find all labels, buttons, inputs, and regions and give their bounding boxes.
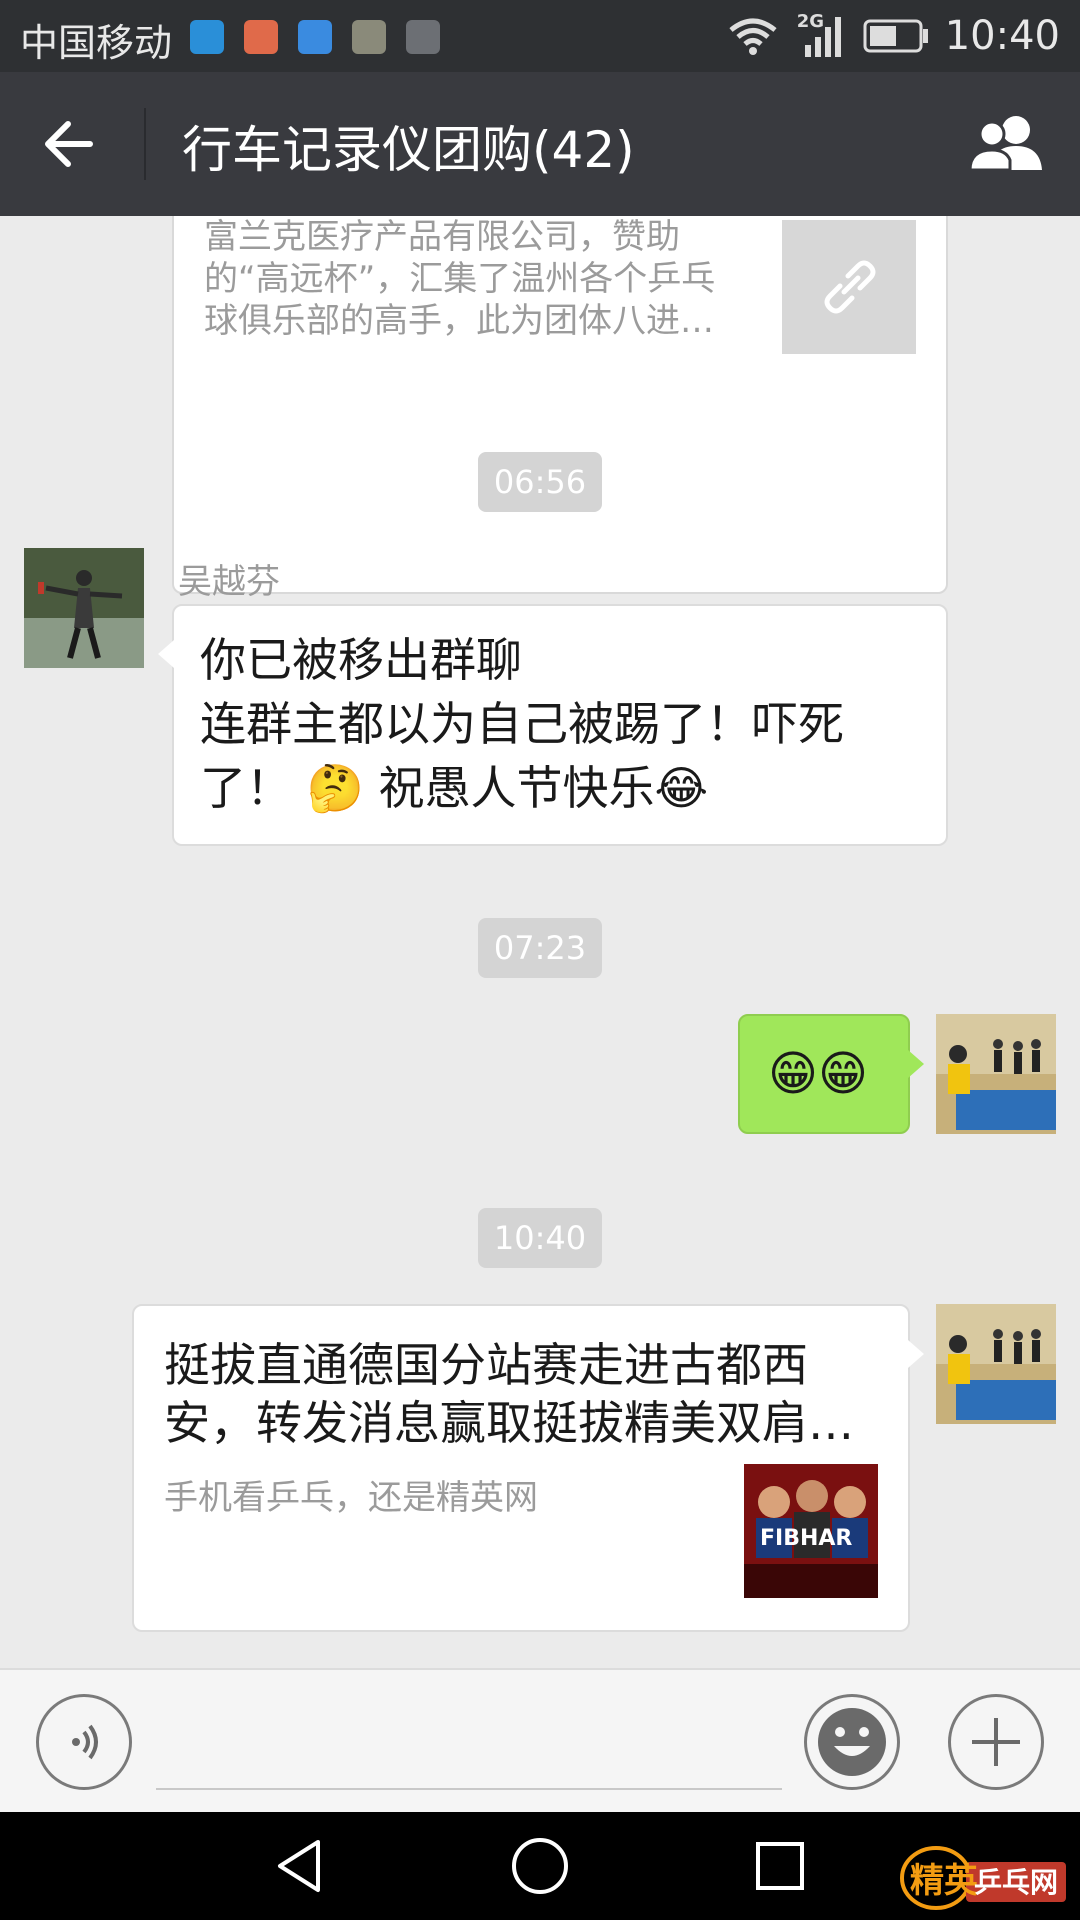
back-arrow-icon: [45, 121, 93, 167]
my-avatar[interactable]: [936, 1014, 1056, 1134]
article-thumbnail-label: FIBHAR: [760, 1526, 853, 1551]
signal-icon: 2G: [795, 11, 847, 59]
message-input[interactable]: [156, 1788, 782, 1790]
message-text: 你已被移出群聊 连群主都以为自己被踢了！吓死 了！ 🤔 祝愚人节快乐😂: [200, 628, 922, 820]
nav-home-icon: [512, 1838, 568, 1894]
sender-name: 吴越芬: [178, 562, 280, 602]
article-thumbnail: FIBHAR: [744, 1464, 878, 1598]
message-text: 😁😁: [768, 1046, 869, 1102]
nav-recents-button[interactable]: [750, 1836, 810, 1896]
status-clock: 10:40: [944, 13, 1060, 59]
chat-message-list[interactable]: 富兰克医疗产品有限公司，赞助的“高远杯”，汇集了温州各个乒乓球俱乐部的高手，此为…: [0, 216, 1080, 1668]
title-divider: [144, 108, 146, 180]
my-avatar[interactable]: [936, 1304, 1056, 1424]
outgoing-message-bubble[interactable]: 😁😁: [738, 1014, 924, 1134]
message-line: 你已被移出群聊: [200, 633, 522, 687]
mail-notif-icon: [244, 20, 278, 54]
timestamp-divider: 06:56: [478, 452, 602, 512]
plus-icon: [972, 1718, 1020, 1766]
voice-icon: [72, 1724, 98, 1760]
bubble-tail: [908, 1340, 924, 1368]
nav-back-button[interactable]: [270, 1836, 330, 1896]
message-line: 连群主都以为自己被踢了！吓死: [200, 697, 844, 751]
back-button[interactable]: [30, 108, 116, 180]
voice-input-button[interactable]: [36, 1694, 132, 1790]
svg-text:精英: 精英: [910, 1861, 979, 1901]
emoji-button[interactable]: [804, 1694, 900, 1790]
timestamp-divider: 07:23: [478, 918, 602, 978]
bubble-tail: [908, 1050, 924, 1078]
svg-text:乒乓网: 乒乓网: [974, 1866, 1058, 1899]
shared-link-card[interactable]: 富兰克医疗产品有限公司，赞助的“高远杯”，汇集了温州各个乒乓球俱乐部的高手，此为…: [172, 216, 948, 594]
wifi-icon: [729, 18, 777, 55]
carrier-label: 中国移动: [20, 21, 173, 65]
link-icon: [824, 260, 876, 314]
gallery-notif-icon: [352, 20, 386, 54]
link-card-thumbnail: [782, 220, 916, 354]
watermark-logo: 精英 乒乓网: [896, 1818, 1072, 1916]
article-title: 挺拔直通德国分站赛走进古都西安，转发消息赢取挺拔精美双肩…: [164, 1338, 854, 1450]
message-line: 了！ 🤔 祝愚人节快乐😂: [200, 761, 709, 815]
system-navigation-bar: 精英 乒乓网: [0, 1812, 1080, 1920]
health-notif-icon: [298, 20, 332, 54]
shared-article-bubble[interactable]: 挺拔直通德国分站赛走进古都西安，转发消息赢取挺拔精美双肩… 手机看乒乓，还是精英…: [132, 1304, 924, 1632]
group-members-button[interactable]: [962, 108, 1052, 180]
timestamp-divider: 10:40: [478, 1208, 602, 1268]
nav-recents-icon: [756, 1842, 804, 1890]
message-input-bar: [0, 1668, 1080, 1812]
status-bar: 中国移动 2G 10:40: [0, 0, 1080, 72]
chat-title: 行车记录仪团购(42): [182, 121, 635, 179]
bubble-tail: [158, 640, 174, 668]
incoming-message-bubble[interactable]: 你已被移出群聊 连群主都以为自己被踢了！吓死 了！ 🤔 祝愚人节快乐😂: [158, 604, 948, 846]
more-actions-button[interactable]: [948, 1694, 1044, 1790]
article-description: 手机看乒乓，还是精英网: [164, 1478, 538, 1518]
battery-icon: [863, 19, 928, 53]
sender-avatar[interactable]: [24, 548, 144, 668]
emoji-icon: [818, 1708, 886, 1776]
group-members-icon: [968, 116, 1042, 172]
chat-title-bar: 行车记录仪团购(42): [0, 72, 1080, 216]
nav-home-button[interactable]: [510, 1836, 570, 1896]
app-notif-icon: [190, 20, 224, 54]
link-card-description: 富兰克医疗产品有限公司，赞助的“高远杯”，汇集了温州各个乒乓球俱乐部的高手，此为…: [204, 217, 716, 341]
nav-back-icon: [278, 1840, 320, 1892]
image-notif-icon: [406, 20, 440, 54]
